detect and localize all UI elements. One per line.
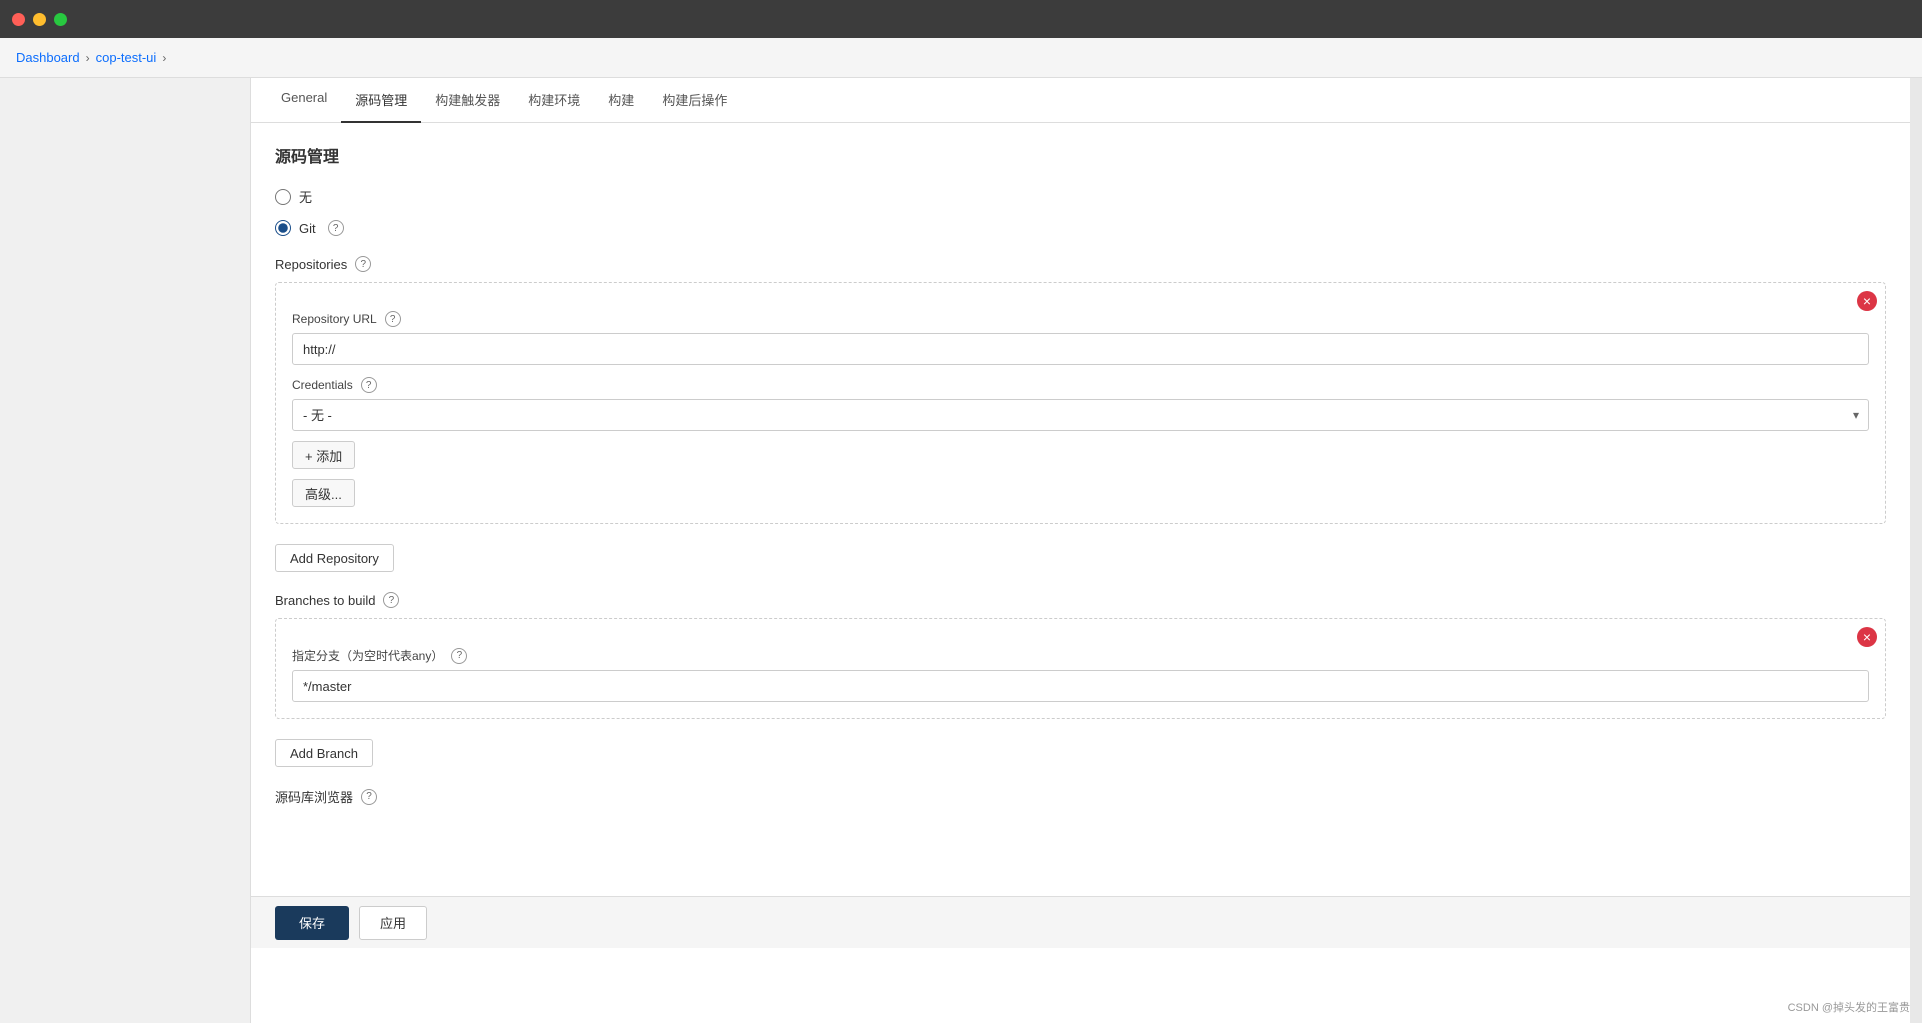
remove-branch-button[interactable]: × bbox=[1857, 627, 1877, 647]
save-button[interactable]: 保存 bbox=[275, 906, 349, 940]
panel-body: 源码管理 无 Git ? bbox=[251, 123, 1910, 896]
git-help-icon[interactable]: ? bbox=[328, 220, 344, 236]
tab-source-management[interactable]: 源码管理 bbox=[341, 78, 421, 123]
tabs-bar: General 源码管理 构建触发器 构建环境 构建 构建后操作 bbox=[251, 78, 1910, 123]
tab-general[interactable]: General bbox=[267, 78, 341, 123]
credentials-help-icon[interactable]: ? bbox=[361, 377, 377, 393]
footer-bar: 保存 应用 bbox=[251, 896, 1910, 948]
radio-none-label: 无 bbox=[299, 187, 312, 206]
main-content: Dashboard › cop-test-ui › General 源码管理 构… bbox=[0, 38, 1922, 1023]
traffic-lights bbox=[12, 13, 67, 26]
branch-specifier-input[interactable] bbox=[292, 670, 1869, 702]
add-branch-button[interactable]: Add Branch bbox=[275, 739, 373, 767]
close-button[interactable] bbox=[12, 13, 25, 26]
breadcrumb-sep-2: › bbox=[162, 51, 166, 65]
source-browser-label: 源码库浏览器 ? bbox=[275, 787, 1886, 806]
add-repository-button[interactable]: Add Repository bbox=[275, 544, 394, 572]
repo-url-label: Repository URL ? bbox=[292, 311, 1869, 327]
breadcrumb-sep-1: › bbox=[86, 51, 90, 65]
branch-card: × 指定分支（为空时代表any） ? bbox=[275, 618, 1886, 719]
remove-repo-button[interactable]: × bbox=[1857, 291, 1877, 311]
repositories-help-icon[interactable]: ? bbox=[355, 256, 371, 272]
radio-git: Git ? bbox=[275, 220, 1886, 236]
credentials-select-wrapper: - 无 - ▾ bbox=[292, 399, 1869, 431]
titlebar bbox=[0, 0, 1922, 38]
branch-specifier-label: 指定分支（为空时代表any） ? bbox=[292, 647, 1869, 664]
branch-specifier-help-icon[interactable]: ? bbox=[451, 648, 467, 664]
branches-help-icon[interactable]: ? bbox=[383, 592, 399, 608]
advanced-button[interactable]: 高级... bbox=[292, 479, 355, 507]
tab-build[interactable]: 构建 bbox=[594, 78, 648, 123]
source-browser-section: 源码库浏览器 ? bbox=[275, 787, 1886, 806]
branches-label: Branches to build ? bbox=[275, 592, 1886, 608]
repositories-label: Repositories ? bbox=[275, 256, 1886, 272]
add-credentials-button[interactable]: + 添加 bbox=[292, 441, 355, 469]
minimize-button[interactable] bbox=[33, 13, 46, 26]
right-scrollbar[interactable] bbox=[1910, 78, 1922, 1023]
breadcrumb-dashboard[interactable]: Dashboard bbox=[16, 50, 80, 65]
breadcrumb: Dashboard › cop-test-ui › bbox=[0, 38, 1922, 78]
repository-url-input[interactable] bbox=[292, 333, 1869, 365]
content-area: General 源码管理 构建触发器 构建环境 构建 构建后操作 源码管理 无 bbox=[0, 78, 1922, 1023]
tab-build-env[interactable]: 构建环境 bbox=[514, 78, 594, 123]
source-browser-help-icon[interactable]: ? bbox=[361, 789, 377, 805]
credentials-label: Credentials ? bbox=[292, 377, 1869, 393]
breadcrumb-project[interactable]: cop-test-ui bbox=[96, 50, 157, 65]
tab-post-build[interactable]: 构建后操作 bbox=[648, 78, 741, 123]
apply-button[interactable]: 应用 bbox=[359, 906, 427, 940]
repository-card: × Repository URL ? Credentials ? bbox=[275, 282, 1886, 524]
radio-git-label: Git bbox=[299, 221, 316, 236]
repositories-section: Repositories ? × Repository URL ? bbox=[275, 256, 1886, 572]
branches-section: Branches to build ? × 指定分支（为空时代表any） ? A… bbox=[275, 592, 1886, 767]
tab-build-triggers[interactable]: 构建触发器 bbox=[421, 78, 514, 123]
maximize-button[interactable] bbox=[54, 13, 67, 26]
radio-none-input[interactable] bbox=[275, 189, 291, 205]
main-panel: General 源码管理 构建触发器 构建环境 构建 构建后操作 源码管理 无 bbox=[250, 78, 1910, 1023]
repo-url-help-icon[interactable]: ? bbox=[385, 311, 401, 327]
sidebar bbox=[0, 78, 250, 1023]
watermark: CSDN @掉头发的王富贵 bbox=[1788, 999, 1910, 1015]
radio-git-input[interactable] bbox=[275, 220, 291, 236]
scm-radio-group: 无 Git ? bbox=[275, 187, 1886, 236]
credentials-select[interactable]: - 无 - bbox=[292, 399, 1869, 431]
page-title: 源码管理 bbox=[275, 143, 1886, 167]
radio-none: 无 bbox=[275, 187, 1886, 206]
